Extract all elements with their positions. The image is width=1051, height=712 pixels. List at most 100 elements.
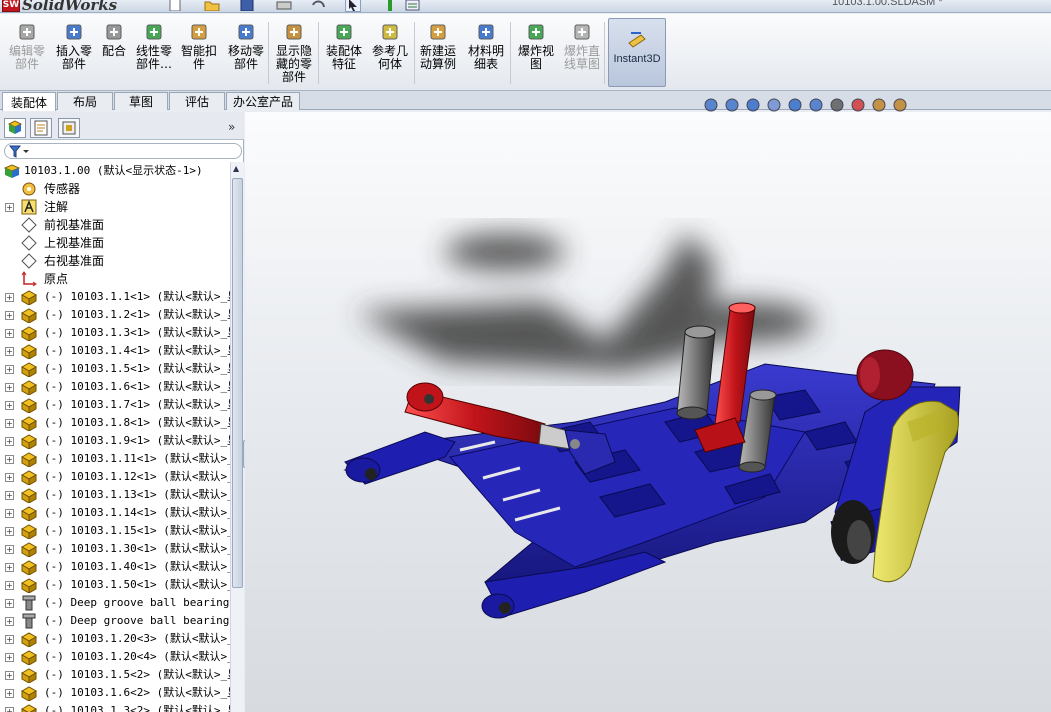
expand-toggle-icon[interactable]: + (5, 617, 14, 626)
new-document-icon[interactable] (168, 0, 182, 12)
tab-layout[interactable]: 布局 (57, 92, 113, 110)
apply-scene-icon[interactable] (870, 96, 888, 114)
tree-item[interactable]: 上视基准面 (0, 234, 230, 252)
tool-show-hidden-button[interactable]: 显示隐 藏的零 部件 (272, 18, 316, 88)
print-icon[interactable] (276, 0, 292, 12)
tree-root[interactable]: 10103.1.00 (默认<显示状态-1>) (0, 162, 230, 180)
tree-item[interactable]: + (-) 10103.1.1<1> (默认<默认>_显 (0, 288, 230, 306)
tree-item[interactable]: + (-) 10103.1.9<1> (默认<默认>_显 (0, 432, 230, 450)
solidworks-logo[interactable]: SW SolidWorks (2, 0, 117, 12)
tree-item[interactable]: + (-) Deep groove ball bearings G (0, 594, 230, 612)
collapse-panel-icon[interactable]: » (228, 120, 235, 134)
expand-toggle-icon[interactable]: + (5, 545, 14, 554)
tool-motion-study-button[interactable]: 新建运 动算例 (416, 18, 460, 88)
tree-item[interactable]: + (-) 10103.1.8<1> (默认<默认>_显 (0, 414, 230, 432)
scroll-up-icon[interactable]: ▲ (233, 164, 239, 173)
expand-toggle-icon[interactable]: + (5, 563, 14, 572)
select-icon[interactable] (345, 0, 361, 12)
expand-toggle-icon[interactable]: + (5, 437, 14, 446)
expand-toggle-icon[interactable]: + (5, 653, 14, 662)
expand-toggle-icon[interactable]: + (5, 527, 14, 536)
tree-item[interactable]: + (-) 10103.1.13<1> (默认<默认>_ (0, 486, 230, 504)
expand-toggle-icon[interactable]: + (5, 689, 14, 698)
tool-assembly-feature-button[interactable]: 装配体 特征 (322, 18, 366, 88)
tree-item[interactable]: 传感器 (0, 180, 230, 198)
instant3d-button[interactable]: Instant3D (608, 18, 666, 87)
rebuild-icon[interactable] (385, 0, 395, 12)
tool-edit-component-button[interactable]: 编辑零 部件 (4, 18, 50, 88)
tire[interactable] (831, 500, 875, 564)
tree-item[interactable]: + (-) 10103.1.40<1> (默认<默认>_ (0, 558, 230, 576)
expand-toggle-icon[interactable]: + (5, 599, 14, 608)
tree-item[interactable]: + (-) 10103.1.2<1> (默认<默认>_显 (0, 306, 230, 324)
tree-item[interactable]: + (-) 10103.1.6<1> (默认<默认>_显 (0, 378, 230, 396)
expand-toggle-icon[interactable]: + (5, 671, 14, 680)
tool-exploded-view-button[interactable]: 爆炸视图 (514, 18, 558, 88)
expand-toggle-icon[interactable]: + (5, 383, 14, 392)
tree-item[interactable]: 原点 (0, 270, 230, 288)
tree-item[interactable]: + (-) 10103.1.20<3> (默认<默认>_ (0, 630, 230, 648)
expand-toggle-icon[interactable]: + (5, 707, 14, 712)
tool-bom-button[interactable]: 材料明 细表 (464, 18, 508, 88)
tab-sketch[interactable]: 草图 (114, 92, 168, 110)
expand-toggle-icon[interactable]: + (5, 293, 14, 302)
tree-item[interactable]: + (-) 10103.1.12<1> (默认<默认>_ (0, 468, 230, 486)
expand-toggle-icon[interactable]: + (5, 203, 14, 212)
expand-toggle-icon[interactable]: + (5, 635, 14, 644)
tree-item[interactable]: + (-) 10103.1.4<1> (默认<默认>_显 (0, 342, 230, 360)
tab-assembly[interactable]: 装配体 (2, 92, 56, 111)
tool-smart-fastener-button[interactable]: 智能扣件 (178, 18, 220, 88)
tree-item[interactable]: + (-) 10103.1.3<1> (默认<默认>_显 (0, 324, 230, 342)
tree-item[interactable]: 前视基准面 (0, 216, 230, 234)
previous-view-icon[interactable] (744, 96, 762, 114)
filter-field[interactable] (4, 143, 242, 159)
tree-item[interactable]: + (-) 10103.1.5<1> (默认<默认>_显 (0, 360, 230, 378)
tool-reference-geometry-button[interactable]: 参考几 何体 (368, 18, 412, 88)
edit-appearance-icon[interactable] (849, 96, 867, 114)
zoom-to-fit-icon[interactable] (702, 96, 720, 114)
options-icon[interactable] (405, 0, 421, 12)
graphics-viewport[interactable] (245, 96, 1051, 712)
tree-item[interactable]: + (-) 10103.1.50<1> (默认<默认>_ (0, 576, 230, 594)
expand-toggle-icon[interactable]: + (5, 347, 14, 356)
expand-toggle-icon[interactable]: + (5, 509, 14, 518)
expand-toggle-icon[interactable]: + (5, 419, 14, 428)
display-style-icon[interactable] (807, 96, 825, 114)
tree-item[interactable]: + (-) Deep groove ball bearings G (0, 612, 230, 630)
view-orientation-icon[interactable] (786, 96, 804, 114)
expand-toggle-icon[interactable]: + (5, 473, 14, 482)
tree-item[interactable]: + (-) 10103.1.20<4> (默认<默认>_ (0, 648, 230, 666)
tool-mate-button[interactable]: 配合 (98, 18, 130, 88)
tree-item[interactable]: + (-) 10103.1.30<1> (默认<默认>_ (0, 540, 230, 558)
tab-evaluate[interactable]: 评估 (169, 92, 225, 110)
expand-toggle-icon[interactable]: + (5, 311, 14, 320)
expand-toggle-icon[interactable]: + (5, 455, 14, 464)
tool-linear-pattern-button[interactable]: 线性零 部件… (132, 18, 176, 88)
hide-show-icon[interactable] (828, 96, 846, 114)
configuration-manager-tab[interactable] (58, 118, 80, 138)
expand-toggle-icon[interactable]: + (5, 365, 14, 374)
property-manager-tab[interactable] (30, 118, 52, 138)
expand-toggle-icon[interactable]: + (5, 401, 14, 410)
tree-item[interactable]: + (-) 10103.1.15<1> (默认<默认>_ (0, 522, 230, 540)
tree-item[interactable]: + (-) 10103.1.3<2> (默认<默认>_显 (0, 702, 230, 712)
tree-item[interactable]: + 注解 (0, 198, 230, 216)
tool-move-component-button[interactable]: 移动零 部件 (224, 18, 268, 88)
assembly-model[interactable] (245, 112, 1051, 712)
expand-toggle-icon[interactable]: + (5, 329, 14, 338)
tree-item[interactable]: + (-) 10103.1.6<2> (默认<默认>_显 (0, 684, 230, 702)
tree-item[interactable]: + (-) 10103.1.7<1> (默认<默认>_显 (0, 396, 230, 414)
open-icon[interactable] (204, 0, 220, 12)
scrollbar-thumb[interactable] (232, 178, 243, 588)
tree-item[interactable]: 右视基准面 (0, 252, 230, 270)
tool-insert-component-button[interactable]: 插入零 部件 (52, 18, 96, 88)
save-icon[interactable] (240, 0, 254, 12)
tree-item[interactable]: + (-) 10103.1.11<1> (默认<默认>_ (0, 450, 230, 468)
tree-item[interactable]: + (-) 10103.1.5<2> (默认<默认>_显 (0, 666, 230, 684)
tree-item[interactable]: + (-) 10103.1.14<1> (默认<默认>_ (0, 504, 230, 522)
feature-tree-tab[interactable] (4, 118, 26, 138)
tab-office-products[interactable]: 办公室产品 (226, 92, 300, 110)
expand-toggle-icon[interactable]: + (5, 581, 14, 590)
section-view-icon[interactable] (765, 96, 783, 114)
undo-icon[interactable] (310, 0, 326, 12)
